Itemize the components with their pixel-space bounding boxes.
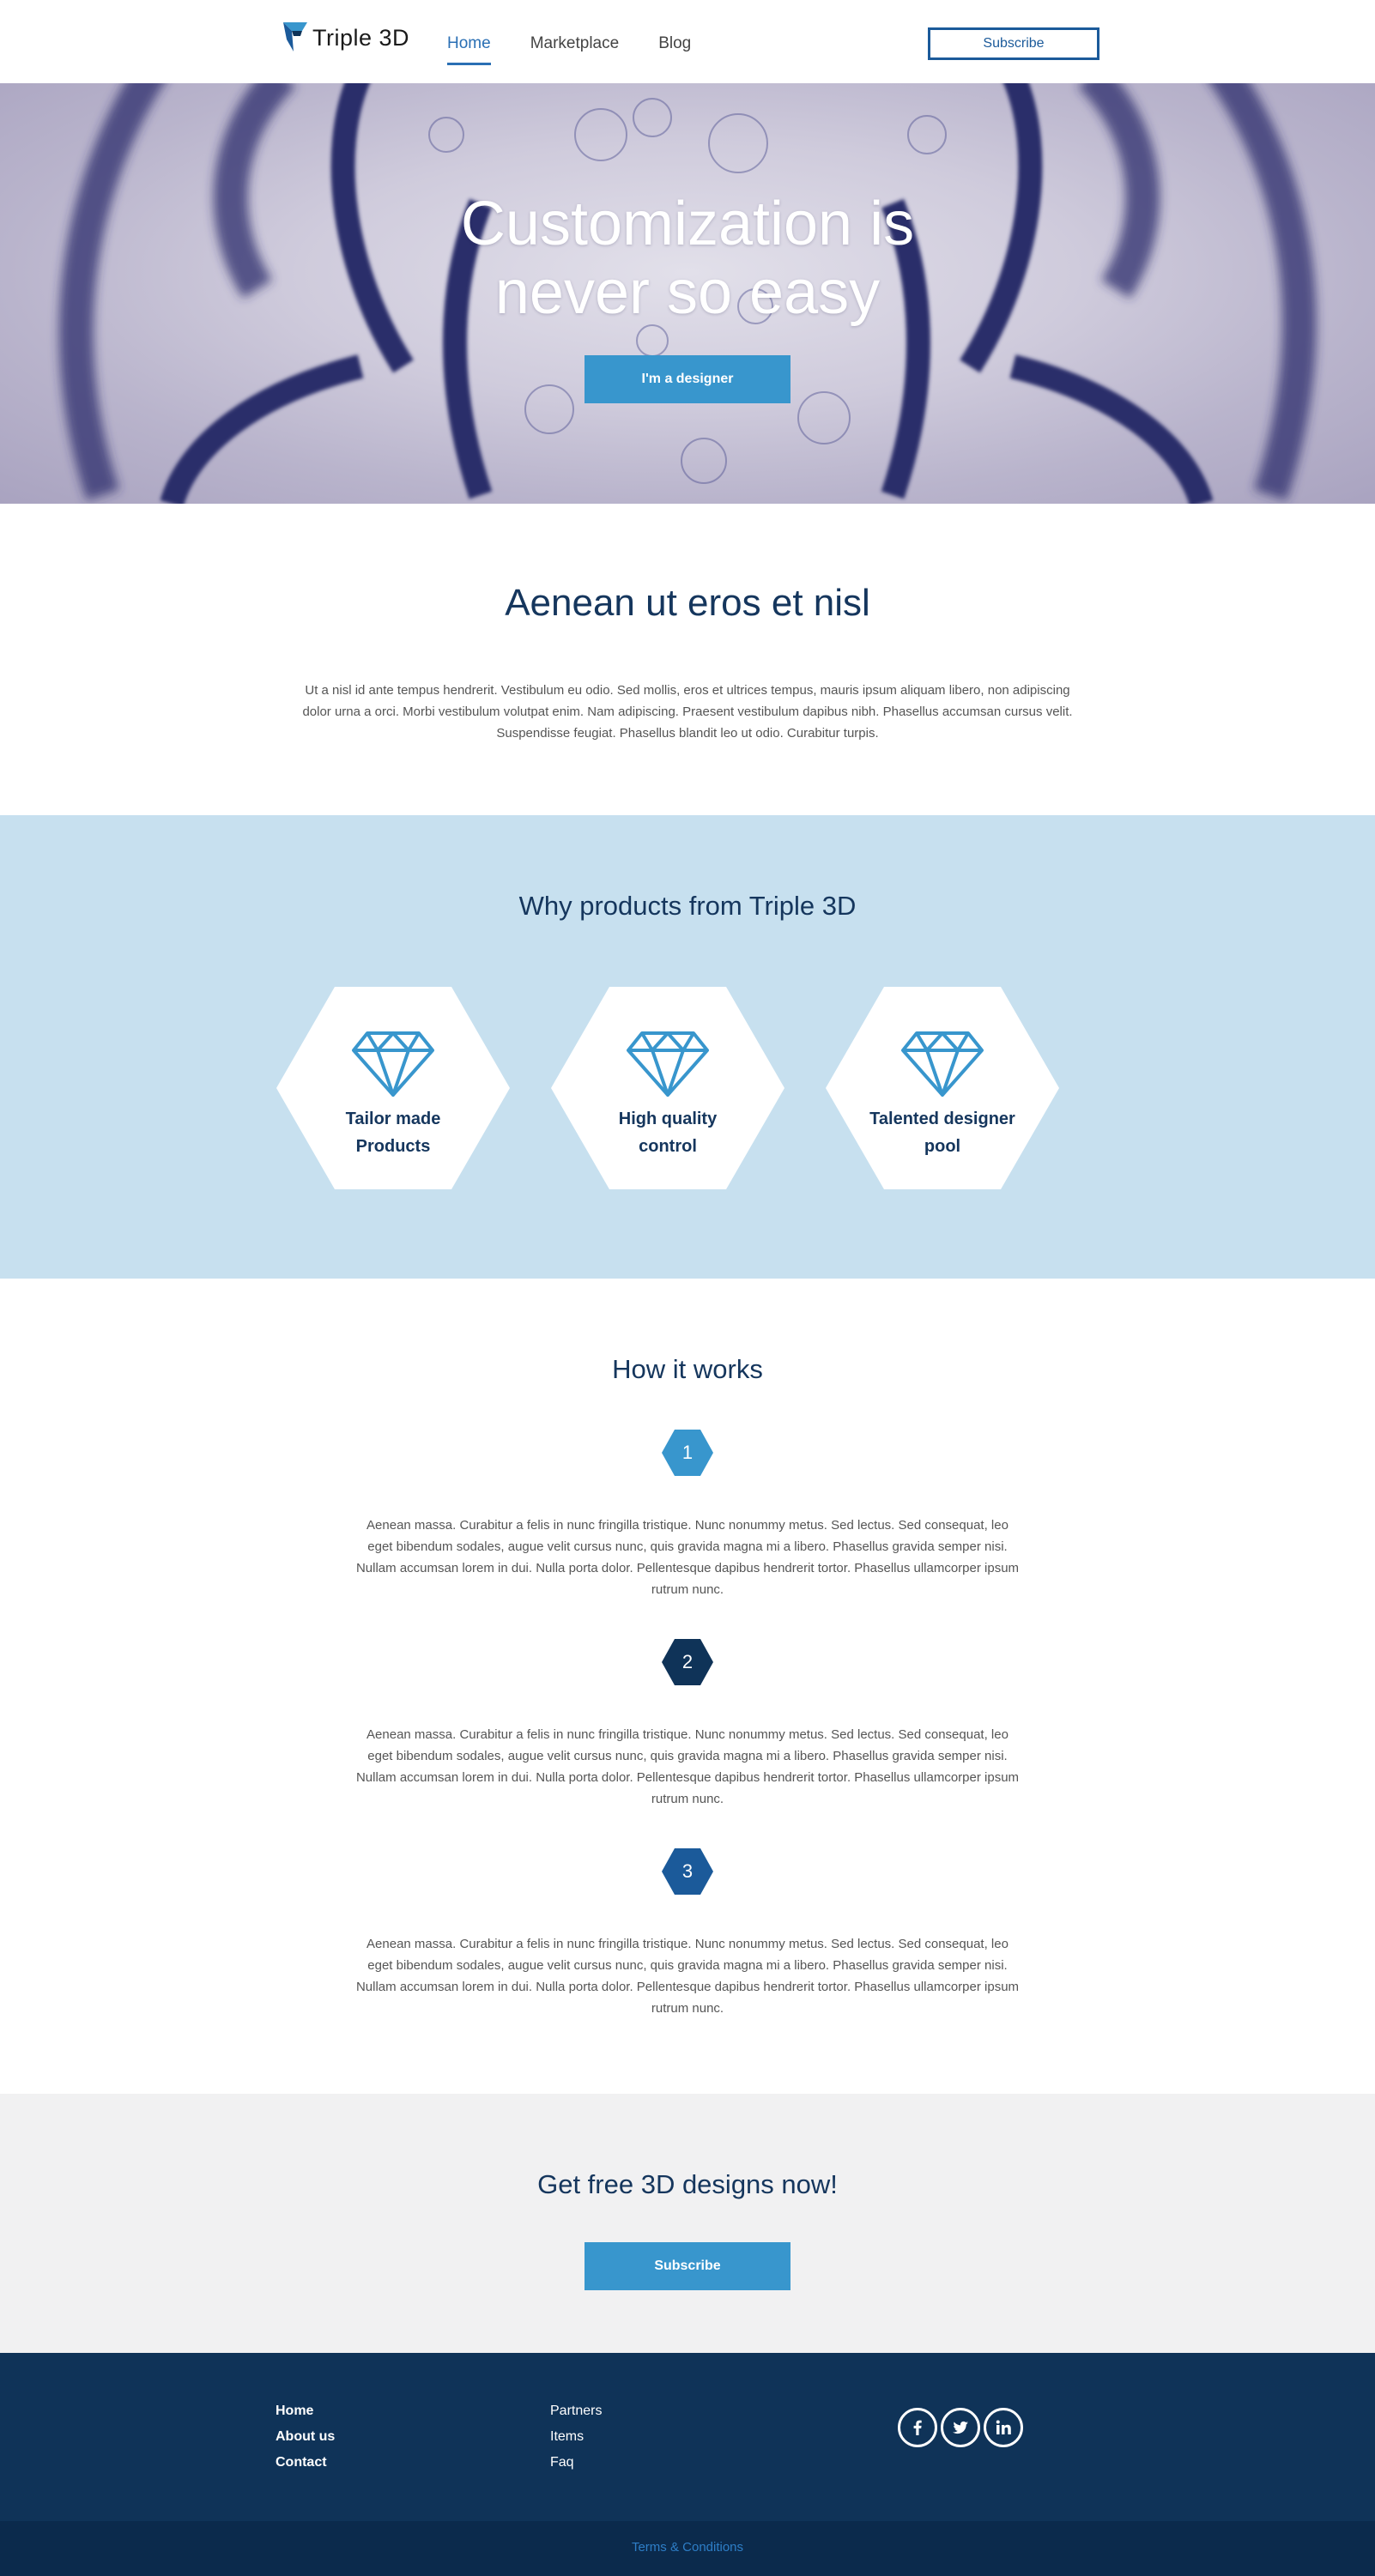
step-badge-2: 2 [662,1639,713,1685]
nav-blog[interactable]: Blog [658,34,691,65]
cta-title: Get free 3D designs now! [537,2169,838,2199]
hero-title-line2: never so easy [494,258,881,327]
header-subscribe-button[interactable]: Subscribe [928,27,1099,60]
cta-section: Get free 3D designs now! Subscribe [0,2094,1375,2353]
social-links [898,2408,1027,2447]
linkedin-icon[interactable] [984,2408,1023,2447]
step-number: 1 [681,1442,694,1463]
diamond-icon [901,1031,984,1097]
logo[interactable]: Triple 3D [282,20,409,56]
footer-column-1: Home About us Contact [276,2398,335,2476]
feature-label: High quality control [591,1105,745,1160]
step-number: 2 [681,1651,694,1672]
hero-title: Customization is never so easy [0,190,1375,327]
feature-label-line2: pool [924,1137,961,1156]
feature-label-line1: Talented designer [869,1110,1015,1128]
feature-label: Tailor made Products [316,1105,470,1160]
why-title: Why products from Triple 3D [518,891,857,921]
diamond-icon [627,1031,709,1097]
intro-title: Aenean ut eros et nisl [505,582,870,624]
main-nav: Home Marketplace Blog [447,34,730,65]
site-footer: Home About us Contact Partners Items Faq [0,2353,1375,2521]
feature-label-line2: control [639,1137,697,1156]
twitter-icon[interactable] [941,2408,980,2447]
footer-bottom-bar: Terms & Conditions [0,2521,1375,2576]
designer-button[interactable]: I'm a designer [585,355,790,403]
feature-label-line1: Tailor made [345,1110,441,1128]
site-header: Triple 3D Home Marketplace Blog Subscrib… [0,0,1375,83]
hero-title-line1: Customization is [460,190,915,258]
step-text-1: Aenean massa. Curabitur a felis in nunc … [355,1518,1020,1597]
nav-marketplace[interactable]: Marketplace [530,34,620,65]
step-number: 3 [681,1860,694,1882]
feature-label: Talented designer pool [865,1105,1020,1160]
step-text-2: Aenean massa. Curabitur a felis in nunc … [355,1727,1020,1806]
footer-link-faq[interactable]: Faq [550,2450,602,2476]
feature-card-designer-pool: Talented designer pool [826,987,1059,1189]
logo-icon [283,22,307,51]
footer-link-home[interactable]: Home [276,2398,335,2424]
feature-card-tailor-made: Tailor made Products [276,987,510,1189]
cta-subscribe-button[interactable]: Subscribe [585,2242,790,2290]
how-title: How it works [612,1354,763,1384]
why-section: Why products from Triple 3D Tailor made … [0,815,1375,1279]
diamond-icon [352,1031,434,1097]
footer-link-partners[interactable]: Partners [550,2398,602,2424]
hero-banner: Customization is never so easy I'm a des… [0,83,1375,504]
terms-link[interactable]: Terms & Conditions [0,2540,1375,2555]
footer-column-2: Partners Items Faq [550,2398,602,2476]
step-badge-1: 1 [662,1430,713,1476]
facebook-icon[interactable] [898,2408,937,2447]
step-badge-3: 3 [662,1848,713,1895]
footer-link-about[interactable]: About us [276,2424,335,2450]
feature-label-line2: Products [355,1137,431,1156]
nav-home[interactable]: Home [447,34,491,65]
feature-label-line1: High quality [618,1110,718,1128]
feature-card-high-quality: High quality control [551,987,784,1189]
logo-text: Triple 3D [312,24,410,51]
footer-link-contact[interactable]: Contact [276,2450,335,2476]
intro-text: Ut a nisl id ante tempus hendrerit. Vest… [302,683,1073,741]
step-text-3: Aenean massa. Curabitur a felis in nunc … [355,1937,1020,2016]
footer-link-items[interactable]: Items [550,2424,602,2450]
